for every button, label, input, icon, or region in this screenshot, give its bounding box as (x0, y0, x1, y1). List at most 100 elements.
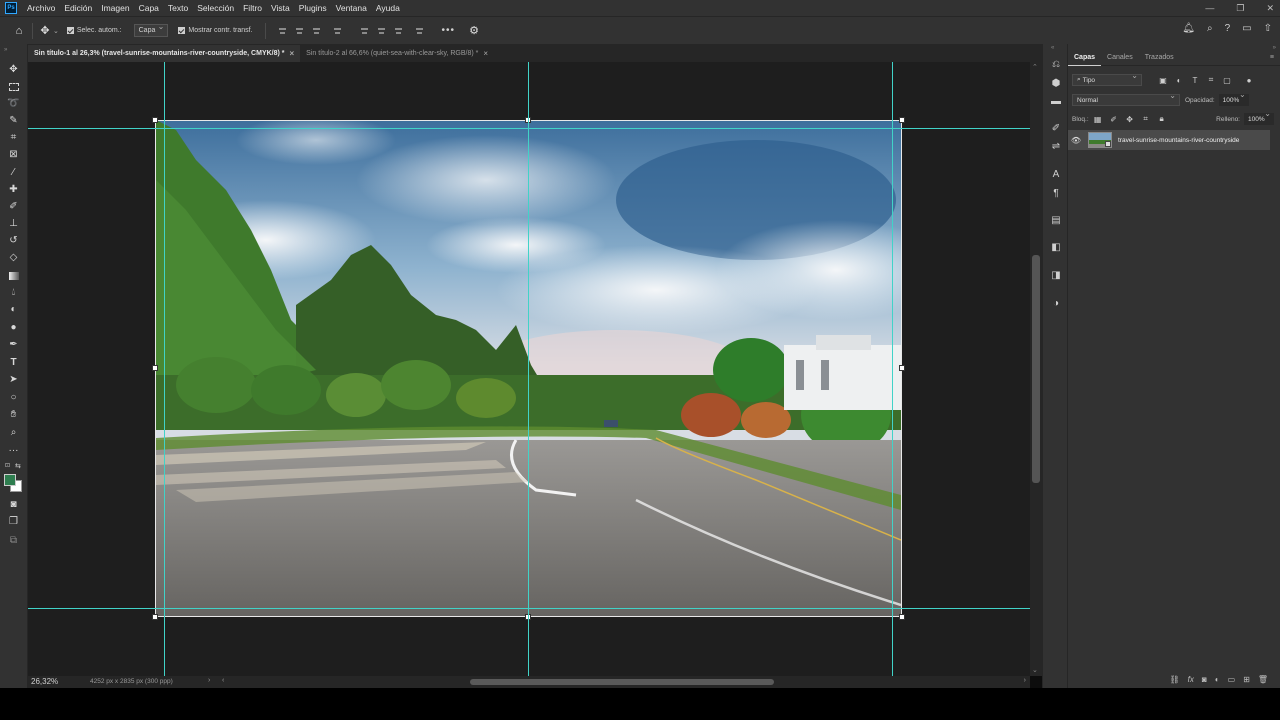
brush-settings-icon[interactable]: ✐ (1049, 122, 1063, 135)
auto-select-checkbox[interactable] (66, 27, 74, 34)
close-tab-icon[interactable]: × (290, 49, 295, 58)
canvas-area[interactable] (28, 62, 1030, 676)
menu-vista[interactable]: Vista (267, 3, 295, 13)
share-icon[interactable]: ⇧ (1264, 23, 1272, 34)
transform-handle-middle-left[interactable] (152, 365, 158, 371)
transform-handle-bottom-right[interactable] (899, 614, 905, 620)
lock-transparency-icon[interactable]: ▦ (1093, 114, 1103, 124)
restore-icon[interactable]: ❐ (1236, 3, 1244, 14)
menu-archivo[interactable]: Archivo (23, 3, 60, 13)
delete-layer-trash-icon[interactable]: 🗑︎ (1258, 675, 1268, 684)
transform-handle-bottom-left[interactable] (152, 614, 158, 620)
link-layers-icon[interactable]: ⛓ (1170, 675, 1180, 684)
layer-style-fx-icon[interactable]: fx (1188, 675, 1194, 684)
lock-all-icon[interactable]: 🔒︎ (1157, 114, 1167, 124)
filter-type-icon[interactable]: T (1190, 75, 1200, 85)
filter-toggle-icon[interactable]: ● (1244, 75, 1254, 85)
foreground-color-swatch[interactable] (4, 474, 16, 486)
blend-mode-dropdown[interactable]: Normal (1072, 91, 1180, 106)
plugins-panel-icon[interactable]: ⬢ (1049, 77, 1063, 90)
filter-pixel-icon[interactable]: ▣ (1158, 75, 1168, 85)
ellipse-tool-icon[interactable]: ○ (5, 390, 22, 405)
paragraph-panel-icon[interactable]: ¶ (1049, 187, 1063, 200)
scroll-up-icon[interactable]: ⌃ (1032, 63, 1038, 71)
panel-menu-icon[interactable]: ≡ (1270, 54, 1274, 61)
layer-name[interactable]: travel-sunrise-mountains-river-countrysi… (1118, 137, 1239, 144)
add-mask-icon[interactable]: ◙ (1202, 675, 1207, 684)
guide-vertical[interactable] (528, 62, 529, 676)
align-right-icon[interactable] (312, 26, 321, 35)
help-icon[interactable]: ? (1225, 23, 1231, 34)
menu-capa[interactable]: Capa (135, 3, 164, 13)
scroll-right-icon[interactable]: › (1024, 677, 1026, 684)
panel-grip-icon[interactable]: » (4, 47, 7, 53)
align-left-icon[interactable] (278, 26, 287, 35)
pen-tool-icon[interactable]: ✒ (5, 337, 22, 352)
collapse-panels-icon[interactable]: « (1051, 45, 1054, 51)
guide-vertical[interactable] (164, 62, 165, 676)
properties-panel-icon[interactable]: ◧ (1049, 241, 1063, 254)
quick-mask-icon[interactable]: ◙ (5, 497, 22, 512)
distribute-vertical-icon[interactable] (333, 26, 342, 35)
eraser-tool-icon[interactable]: ◇ (5, 250, 22, 265)
path-selection-tool-icon[interactable]: ➤ (5, 372, 22, 387)
tab-paths[interactable]: Trazados (1139, 50, 1180, 66)
lock-artboard-icon[interactable]: ⌗ (1141, 114, 1151, 124)
chevron-down-icon[interactable]: ⌄ (53, 27, 59, 35)
libraries-panel-icon[interactable]: ▤ (1049, 214, 1063, 227)
frame-tool-icon[interactable]: ⊠ (5, 147, 22, 162)
filter-adjustment-icon[interactable]: ◐ (1174, 75, 1184, 85)
transform-handle-top-left[interactable] (152, 117, 158, 123)
new-group-folder-icon[interactable]: ▭ (1228, 675, 1236, 684)
gradients-panel-icon[interactable]: ◨ (1049, 269, 1063, 282)
gradient-tool-icon[interactable] (5, 268, 22, 283)
clone-stamp-tool-icon[interactable]: ⊥ (5, 216, 22, 231)
vertical-scrollbar-thumb[interactable] (1032, 255, 1040, 483)
default-colors-icon[interactable]: ⊡ (5, 462, 10, 469)
more-tools-icon[interactable]: ··· (5, 443, 22, 458)
auto-select-dropdown[interactable]: Capa (133, 22, 169, 37)
swap-colors-icon[interactable]: ⇆ (15, 462, 21, 470)
distribute-horizontal-icon[interactable] (415, 26, 424, 35)
tab-layers[interactable]: Capas (1068, 50, 1102, 66)
dodge-tool-icon[interactable]: ◐ (5, 302, 22, 317)
marquee-tool-icon[interactable] (5, 79, 22, 94)
quick-selection-tool-icon[interactable]: ✎ (5, 113, 22, 128)
move-tool-icon[interactable]: ✥ (5, 62, 22, 77)
menu-imagen[interactable]: Imagen (97, 3, 134, 13)
zoom-tool-icon[interactable]: ⌕ (5, 425, 22, 440)
layer-filter-dropdown[interactable]: ⌕ Tipo (1072, 71, 1142, 86)
guide-horizontal[interactable] (28, 608, 1030, 609)
menu-filtro[interactable]: Filtro (239, 3, 267, 13)
adjustments-panel-icon[interactable]: ⇌ (1049, 140, 1063, 153)
menu-ayuda[interactable]: Ayuda (372, 3, 405, 13)
layer-visibility-eye-icon[interactable]: 👁︎ (1068, 136, 1084, 145)
tab-document-1[interactable]: Sin título-1 al 26,3% (travel-sunrise-mo… (28, 45, 301, 62)
close-tab-icon[interactable]: × (483, 49, 488, 58)
workspace-icon[interactable]: ▭ (1242, 23, 1251, 34)
transform-handle-middle-right[interactable] (899, 365, 905, 371)
blur-tool-icon[interactable]: 💧︎ (5, 285, 22, 300)
menu-texto[interactable]: Texto (164, 3, 193, 13)
menu-seleccion[interactable]: Selección (193, 3, 239, 13)
zoom-level[interactable]: 26,32% (31, 677, 58, 686)
menu-plugins[interactable]: Plugins (295, 3, 332, 13)
tab-document-2[interactable]: Sin título-2 al 66,6% (quiet-sea-with-cl… (300, 45, 494, 62)
hand-tool-icon[interactable]: ✋︎ (5, 407, 22, 422)
guide-vertical[interactable] (892, 62, 893, 676)
move-tool-icon[interactable]: ✥ (39, 24, 51, 37)
history-panel-icon[interactable]: ⎌ (1049, 58, 1063, 71)
scroll-down-icon[interactable]: ⌄ (1032, 666, 1038, 674)
close-icon[interactable]: ✕ (1266, 3, 1274, 14)
comments-panel-icon[interactable]: ▬ (1049, 95, 1063, 108)
healing-brush-tool-icon[interactable]: ✚ (5, 182, 22, 197)
show-transform-checkbox[interactable] (178, 27, 186, 34)
home-icon[interactable]: ⌂ (12, 25, 26, 37)
tab-channels[interactable]: Canales (1101, 50, 1139, 66)
lock-pixels-icon[interactable]: ✐ (1109, 114, 1119, 124)
menu-ventana[interactable]: Ventana (332, 3, 372, 13)
eyedropper-tool-icon[interactable]: ⁄ (5, 165, 22, 180)
minimize-icon[interactable]: — (1205, 3, 1214, 13)
lock-position-icon[interactable]: ✥ (1125, 114, 1135, 124)
align-middle-icon[interactable] (377, 26, 386, 35)
